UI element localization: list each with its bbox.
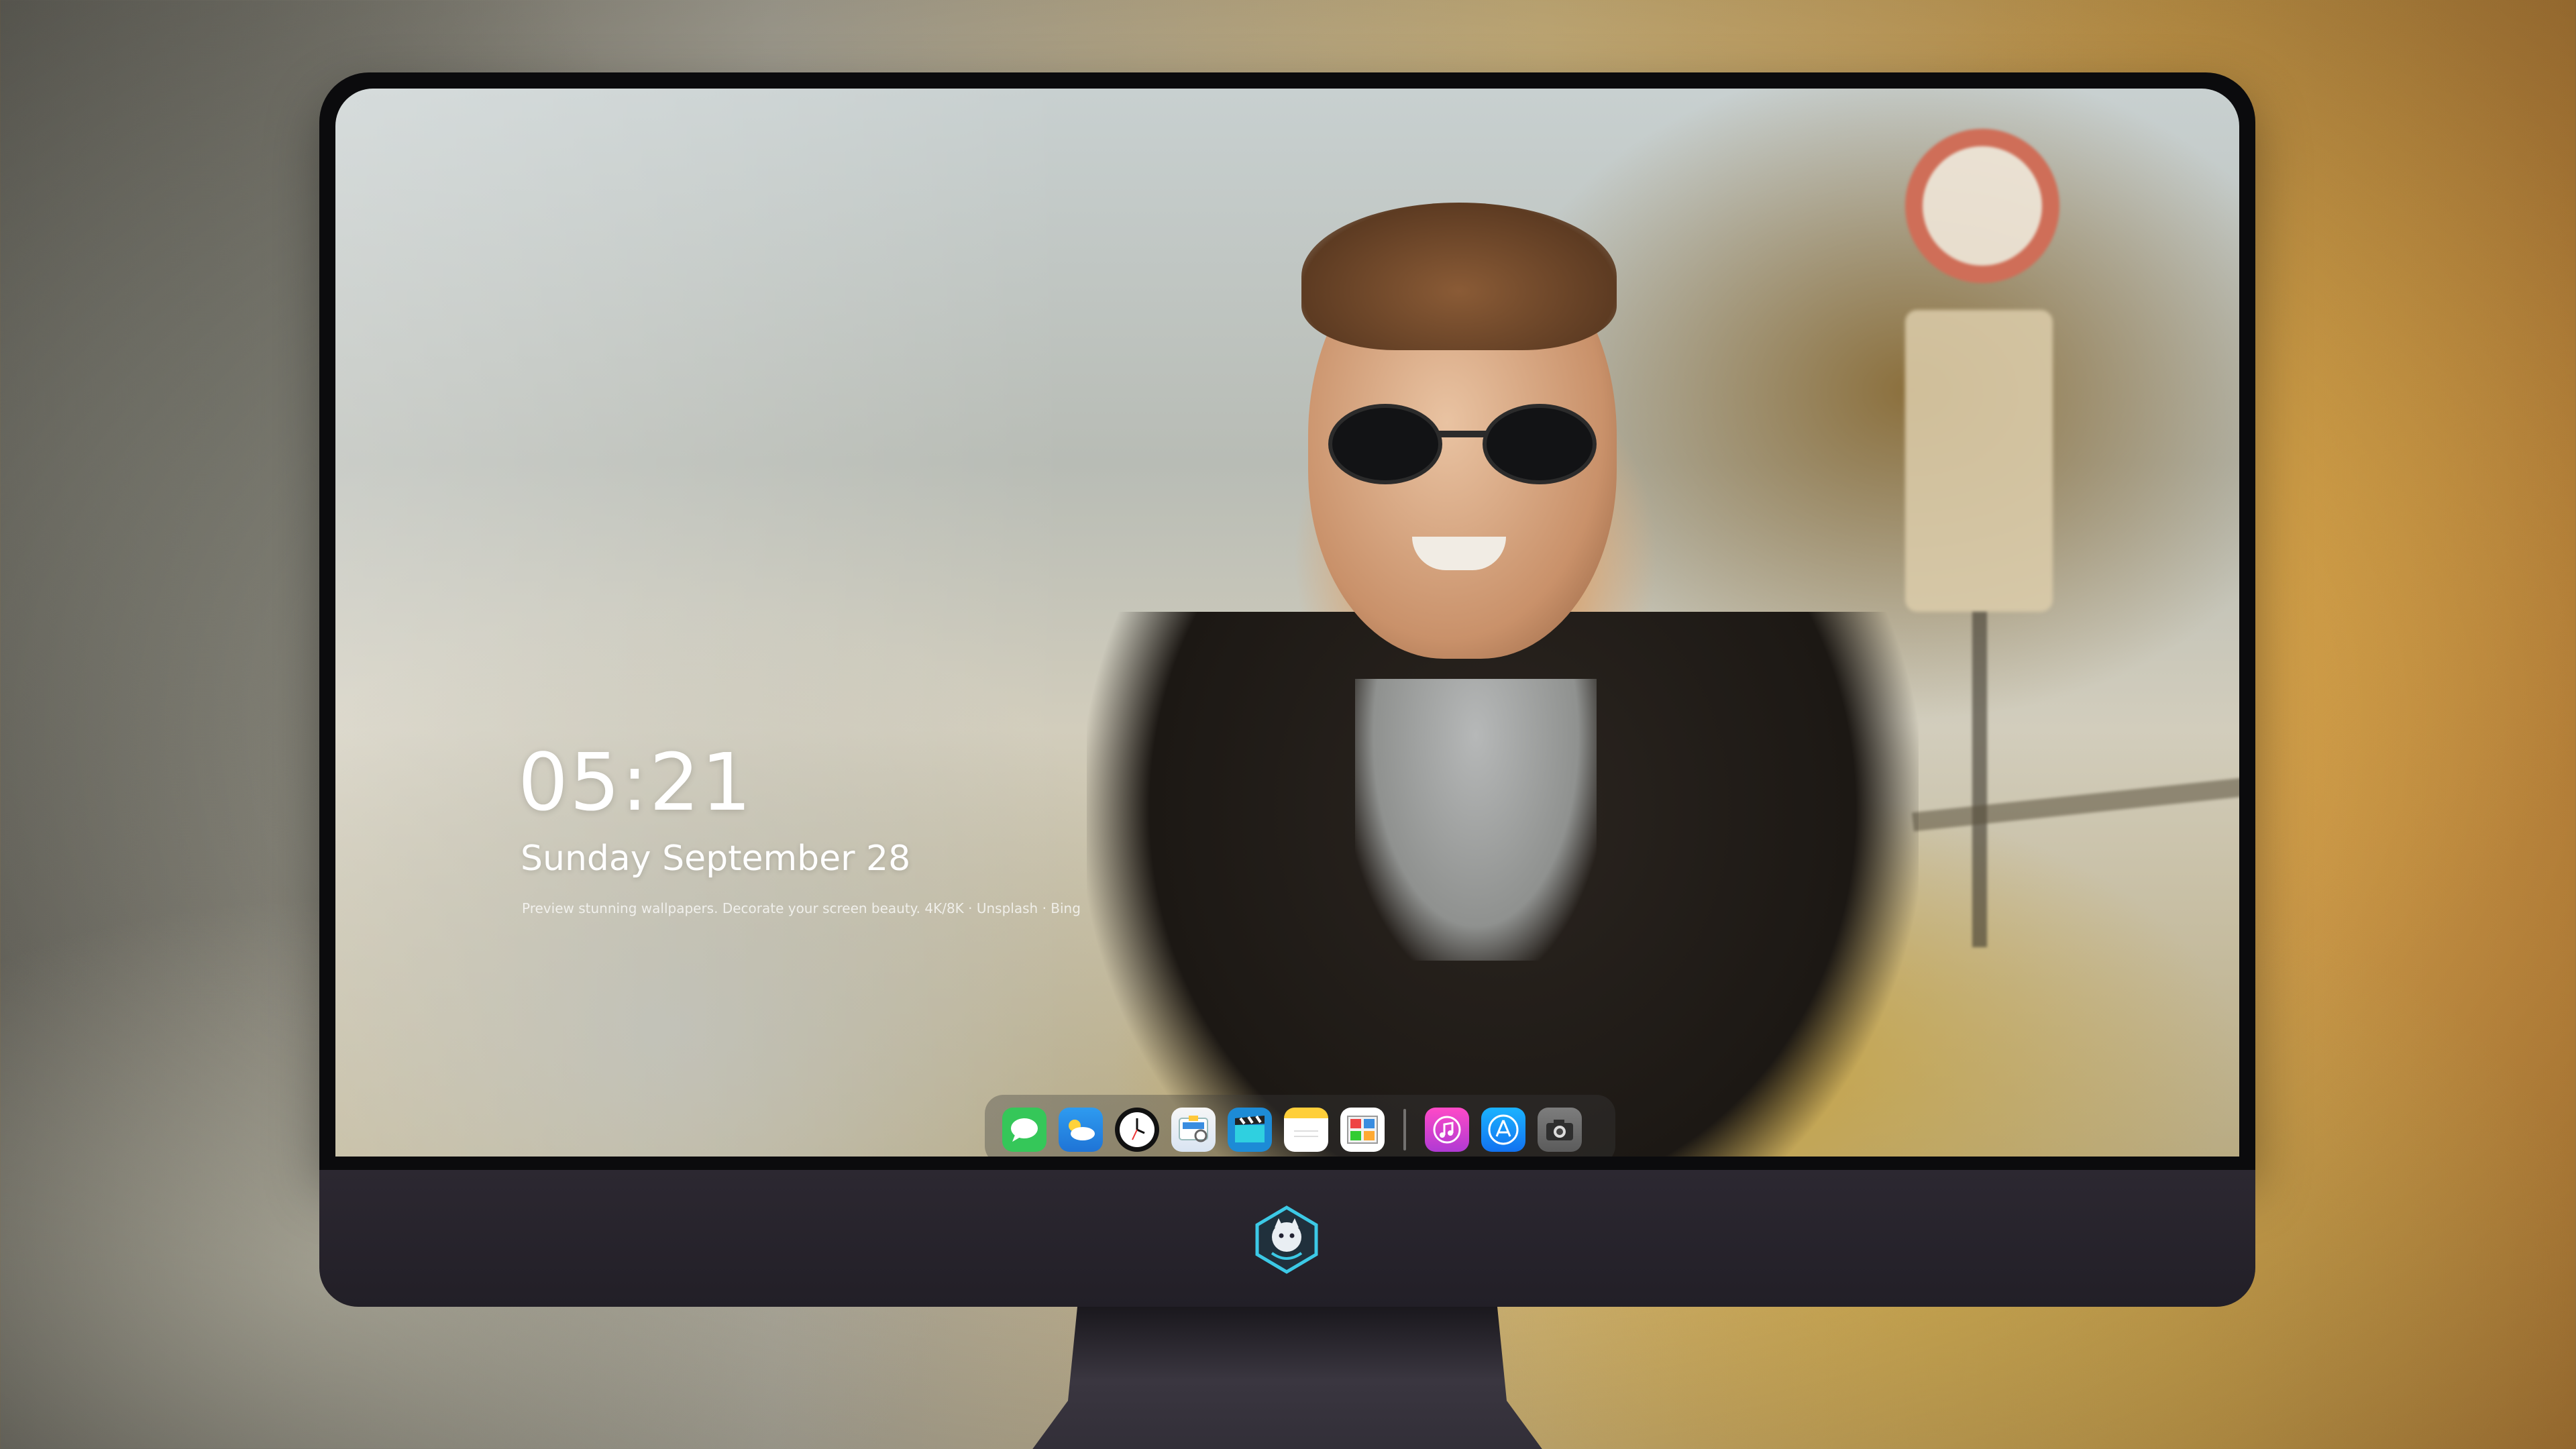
photos-icon[interactable]: [1340, 1108, 1385, 1152]
wallpaper-person-shirt: [1355, 679, 1597, 961]
glasses-bridge: [1439, 431, 1486, 437]
lock-tagline: Preview stunning wallpapers. Decorate yo…: [522, 900, 1081, 916]
lock-date: Sunday September 28: [521, 839, 911, 879]
monitor: 05:21 Sunday September 28 Preview stunni…: [319, 72, 2255, 1449]
appstore-icon[interactable]: [1481, 1108, 1525, 1152]
wallpaper-person-hair: [1301, 203, 1617, 350]
clapperboard-icon[interactable]: [1228, 1108, 1272, 1152]
weather-icon[interactable]: [1059, 1108, 1103, 1152]
notes-icon[interactable]: [1284, 1108, 1328, 1152]
messages-icon[interactable]: [1002, 1108, 1046, 1152]
preview-icon[interactable]: [1171, 1108, 1216, 1152]
monitor-bezel: 05:21 Sunday September 28 Preview stunni…: [319, 72, 2255, 1170]
monitor-stand: [990, 1307, 1585, 1449]
warning-sign: [1905, 310, 2053, 612]
music-icon[interactable]: [1425, 1108, 1469, 1152]
lens-right: [1483, 404, 1597, 484]
lock-clock: 05:21: [518, 736, 753, 828]
camera-icon[interactable]: [1538, 1108, 1582, 1152]
wallpaper-fog: [335, 89, 1073, 1157]
sign-pole: [1972, 612, 1987, 947]
mascot-logo-icon: [1252, 1205, 1322, 1275]
dock: [985, 1095, 1615, 1157]
clock-icon[interactable]: [1115, 1108, 1159, 1152]
lens-left: [1328, 404, 1442, 484]
sunglasses: [1328, 404, 1597, 484]
lock-screen[interactable]: 05:21 Sunday September 28 Preview stunni…: [335, 89, 2239, 1157]
speed-sign: [1905, 129, 2059, 283]
railing: [1912, 773, 2239, 832]
dock-separator: [1403, 1109, 1406, 1150]
